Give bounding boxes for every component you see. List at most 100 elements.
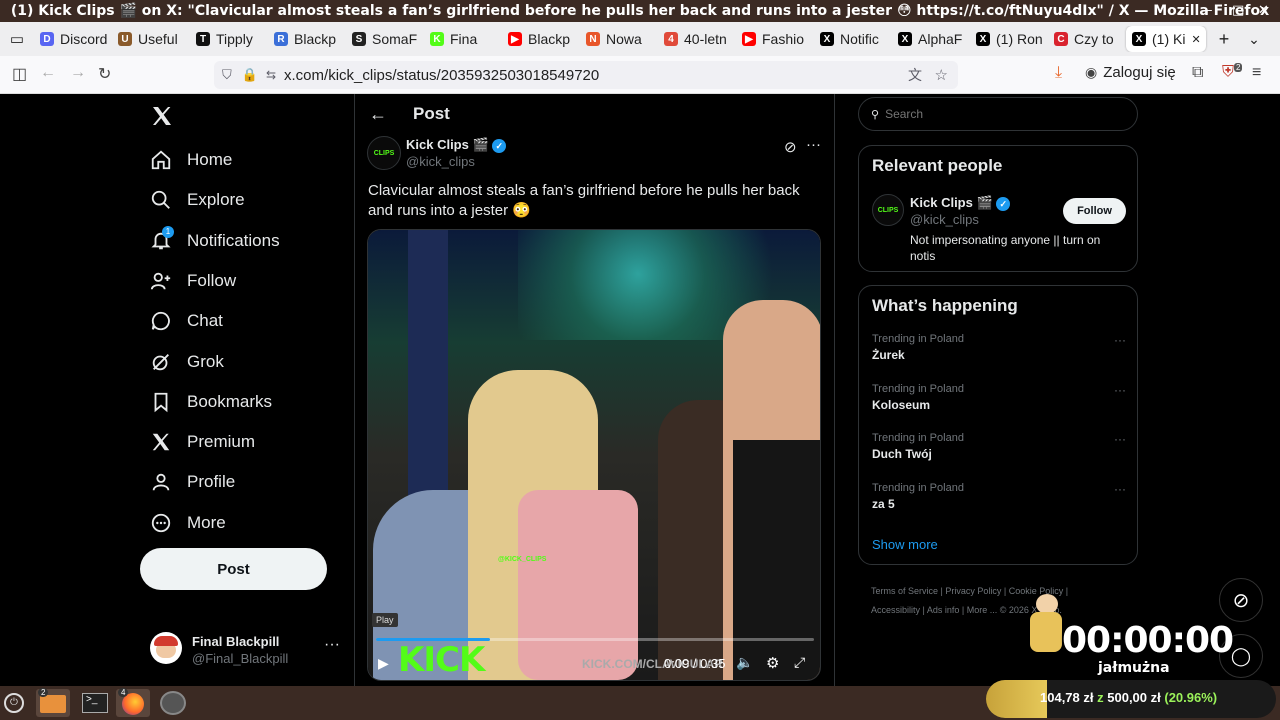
relevant-avatar[interactable]: CLIPS xyxy=(872,194,904,226)
trend-item[interactable]: Trending in Poland za 5 ··· xyxy=(872,482,1126,511)
footer-privacy[interactable]: Privacy Policy xyxy=(945,586,1001,596)
search-box[interactable]: ⚲ xyxy=(858,97,1138,131)
author-handle[interactable]: @kick_clips xyxy=(406,154,475,169)
browser-tab[interactable]: 4 40-letn xyxy=(658,26,736,52)
url-text[interactable]: x.com/kick_clips/status/2035932503018549… xyxy=(284,67,599,84)
author-name-row[interactable]: Kick Clips 🎬 ✓ xyxy=(406,137,507,153)
video-player[interactable]: @KICK_CLIPS Play KICK KICK.COM/CLAVICULA… xyxy=(367,229,821,681)
extensions-icon[interactable]: ⧉ xyxy=(1192,64,1203,82)
follow-button[interactable]: Follow xyxy=(1063,198,1126,224)
account-more-icon[interactable]: ··· xyxy=(324,636,340,654)
new-tab-button[interactable]: + xyxy=(1209,29,1239,50)
sidebar-item-home[interactable]: Home xyxy=(150,145,232,175)
reload-icon[interactable]: ↻ xyxy=(98,64,111,84)
minimize-button[interactable]: – xyxy=(1206,0,1213,22)
browser-tab[interactable]: D Discord xyxy=(34,26,112,52)
grok-post-icon[interactable]: ⊘ xyxy=(784,138,797,156)
tab-favicon-icon: S xyxy=(352,32,366,46)
bookmark-star-icon[interactable]: ☆ xyxy=(935,66,948,84)
footer-ads-info[interactable]: Ads info xyxy=(927,605,960,615)
downloads-icon[interactable]: ⤓ xyxy=(1055,64,1062,82)
footer-more[interactable]: More ... xyxy=(967,605,998,615)
shield-icon[interactable]: ⛉ xyxy=(222,67,232,83)
browser-tab[interactable]: X (1) Ki ✕ xyxy=(1126,26,1206,52)
relevant-name[interactable]: Kick Clips 🎬 xyxy=(910,195,993,210)
sidebar-item-notifications[interactable]: 1 Notifications xyxy=(150,225,280,256)
tab-favicon-icon: K xyxy=(430,32,444,46)
post-more-icon[interactable]: ··· xyxy=(806,136,821,153)
account-switcher[interactable]: Final Blackpill @Final_Blackpill ··· xyxy=(148,630,348,670)
browser-tab[interactable]: R Blackp xyxy=(268,26,346,52)
trend-more-icon[interactable]: ··· xyxy=(1114,333,1126,347)
play-icon[interactable]: ▶ xyxy=(378,655,389,672)
tab-overview-icon[interactable]: ▭ xyxy=(0,30,34,48)
x-logo-icon[interactable] xyxy=(150,104,174,128)
sidebar-item-bookmarks[interactable]: Bookmarks xyxy=(150,387,272,417)
browser-tab[interactable]: T Tipply xyxy=(190,26,268,52)
relevant-handle[interactable]: @kick_clips xyxy=(910,212,979,227)
stream-timer-label: jałmużna xyxy=(1098,660,1170,676)
browser-tab[interactable]: ▶ Blackp xyxy=(502,26,580,52)
relevant-name-row[interactable]: Kick Clips 🎬 ✓ xyxy=(910,195,1011,211)
account-button[interactable]: ◉ Zaloguj się xyxy=(1085,64,1176,81)
author-name[interactable]: Kick Clips 🎬 xyxy=(406,137,489,152)
url-bar[interactable]: ⛉ 🔒 ⇆ x.com/kick_clips/status/2035932503… xyxy=(214,61,958,89)
forward-icon[interactable]: → xyxy=(70,64,86,82)
sidebar-item-label: Home xyxy=(187,150,233,169)
browser-tab[interactable]: K Fina xyxy=(424,26,502,52)
browser-tab[interactable]: X (1) Ron xyxy=(970,26,1048,52)
tab-favicon-icon: C xyxy=(1054,32,1068,46)
browser-tab[interactable]: X Notific xyxy=(814,26,892,52)
show-more-link[interactable]: Show more xyxy=(872,537,938,552)
maximize-button[interactable]: □ xyxy=(1232,0,1244,22)
permissions-icon[interactable]: ⇆ xyxy=(266,68,276,82)
lock-icon[interactable]: 🔒 xyxy=(242,67,258,83)
trend-item[interactable]: Trending in Poland Żurek ··· xyxy=(872,333,1126,362)
trend-more-icon[interactable]: ··· xyxy=(1114,432,1126,446)
ublock-icon[interactable]: ⛨ 2 xyxy=(1222,63,1243,81)
home-icon xyxy=(151,150,171,170)
author-avatar[interactable]: CLIPS xyxy=(367,136,401,170)
browser-tab[interactable]: ▶ Fashio xyxy=(736,26,814,52)
sidebar-item-grok[interactable]: Grok xyxy=(150,347,224,377)
fullscreen-icon[interactable]: ⤢ xyxy=(794,654,805,671)
obs-task-icon[interactable] xyxy=(160,691,186,715)
tab-favicon-icon: X xyxy=(1132,32,1146,46)
trend-item[interactable]: Trending in Poland Duch Twój ··· xyxy=(872,432,1126,461)
grok-float-button[interactable]: ⊘ xyxy=(1219,578,1263,622)
volume-icon[interactable]: 🔈 xyxy=(736,654,753,671)
list-all-tabs-button[interactable]: ⌄ xyxy=(1239,31,1269,48)
trend-more-icon[interactable]: ··· xyxy=(1114,482,1126,496)
sidebar-item-premium[interactable]: Premium xyxy=(150,427,255,457)
footer-terms[interactable]: Terms of Service xyxy=(871,586,938,596)
sidebar-item-profile[interactable]: Profile xyxy=(150,467,235,497)
sidebar-item-label: Chat xyxy=(187,311,223,331)
footer-accessibility[interactable]: Accessibility xyxy=(871,605,920,615)
post-button[interactable]: Post xyxy=(140,548,327,590)
terminal-task[interactable]: >_ xyxy=(80,689,110,717)
browser-tab[interactable]: S SomaF xyxy=(346,26,424,52)
back-arrow-icon[interactable]: ← xyxy=(369,104,387,125)
trend-item[interactable]: Trending in Poland Koloseum ··· xyxy=(872,383,1126,412)
search-input[interactable] xyxy=(885,107,1106,121)
sidebar-item-follow[interactable]: Follow xyxy=(150,266,236,296)
settings-icon[interactable]: ⚙ xyxy=(766,654,779,672)
browser-tab[interactable]: U Useful xyxy=(112,26,190,52)
close-window-button[interactable]: ✕ xyxy=(1258,0,1269,22)
sidebar-item-explore[interactable]: Explore xyxy=(150,185,245,215)
firefox-task[interactable]: 4 xyxy=(116,688,150,717)
files-task[interactable]: 2 xyxy=(36,688,70,717)
trend-more-icon[interactable]: ··· xyxy=(1114,383,1126,397)
sidebar-toggle-icon[interactable]: ◫ xyxy=(12,64,27,84)
tab-label: Tipply xyxy=(216,31,253,47)
sidebar-item-more[interactable]: More xyxy=(150,508,226,538)
translate-icon[interactable]: 文 xyxy=(908,65,922,85)
app-menu-icon[interactable]: ⏻ xyxy=(4,693,24,713)
browser-tab[interactable]: N Nowa xyxy=(580,26,658,52)
back-icon[interactable]: ← xyxy=(40,64,56,82)
menu-icon[interactable]: ≡ xyxy=(1252,64,1261,82)
sidebar-item-chat[interactable]: Chat xyxy=(150,306,223,336)
browser-tab[interactable]: X AlphaF xyxy=(892,26,970,52)
browser-tab[interactable]: C Czy to xyxy=(1048,26,1126,52)
close-tab-icon[interactable]: ✕ xyxy=(1191,33,1200,46)
